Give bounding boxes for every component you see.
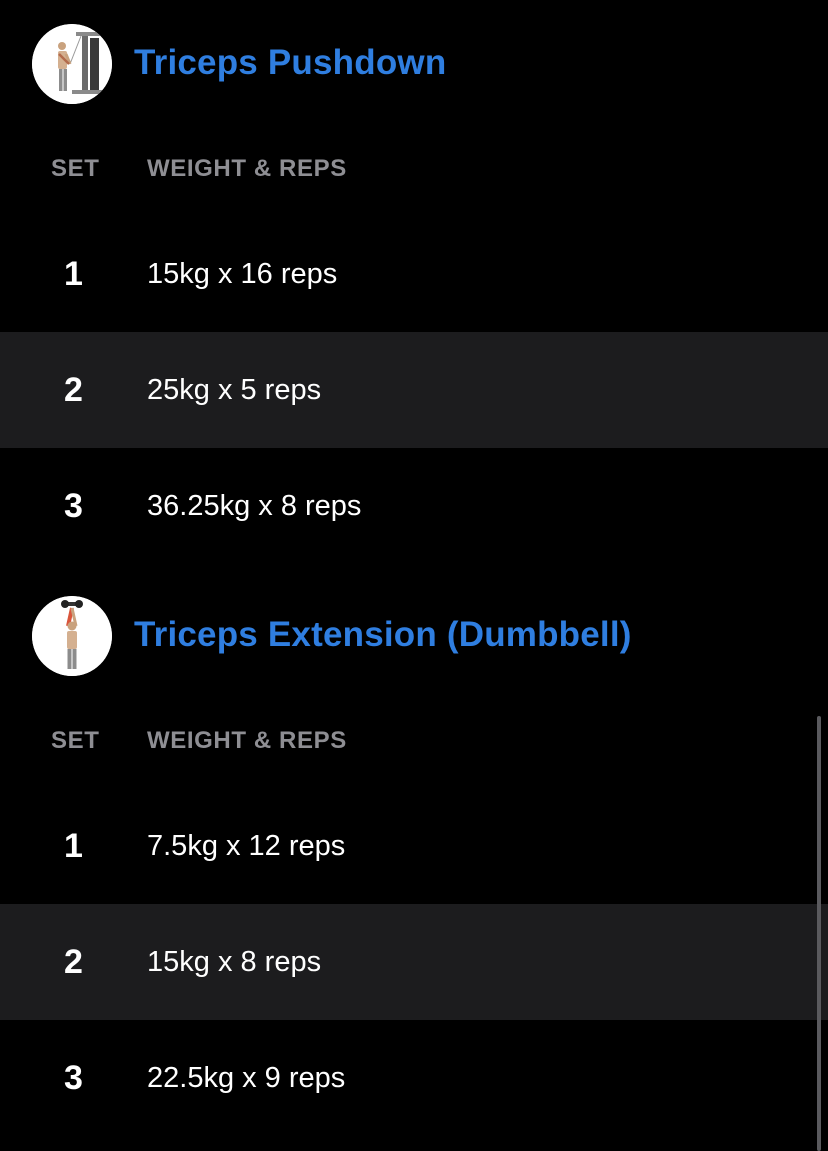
exercise-header[interactable]: Triceps Extension (Dumbbell) (0, 596, 828, 676)
set-weight-reps: 15kg x 8 reps (147, 946, 322, 978)
set-row: 2 15kg x 8 reps (0, 904, 828, 1020)
set-number: 3 (64, 1059, 83, 1097)
set-column-header: SET (51, 155, 100, 182)
set-weight-reps: 36.25kg x 8 reps (147, 490, 362, 522)
cable-machine-person-icon[interactable] (32, 24, 112, 104)
set-number: 3 (64, 487, 83, 525)
set-row: 1 7.5kg x 12 reps (0, 788, 828, 904)
vertical-scrollbar[interactable] (817, 716, 821, 1151)
set-row: 1 15kg x 16 reps (0, 216, 828, 332)
column-headers: SET WEIGHT & REPS (0, 720, 828, 760)
set-weight-reps: 22.5kg x 9 reps (147, 1062, 346, 1094)
set-weight-reps: 25kg x 5 reps (147, 374, 322, 406)
weight-reps-column-header: WEIGHT & REPS (147, 155, 347, 182)
exercise-title[interactable]: Triceps Pushdown (134, 41, 446, 85)
set-weight-reps: 7.5kg x 12 reps (147, 830, 346, 862)
weight-reps-column-header: WEIGHT & REPS (147, 727, 347, 754)
exercise-header[interactable]: Triceps Pushdown (0, 24, 828, 104)
set-column-header: SET (51, 727, 100, 754)
set-row: 3 36.25kg x 8 reps (0, 448, 828, 564)
exercise-title[interactable]: Triceps Extension (Dumbbell) (134, 613, 632, 657)
set-weight-reps: 15kg x 16 reps (147, 258, 338, 290)
set-number: 2 (64, 943, 83, 981)
set-number: 1 (64, 827, 83, 865)
column-headers: SET WEIGHT & REPS (0, 148, 828, 188)
dumbbell-overhead-person-icon[interactable] (32, 596, 112, 676)
set-row: 2 25kg x 5 reps (0, 332, 828, 448)
set-number: 1 (64, 255, 83, 293)
set-row: 3 22.5kg x 9 reps (0, 1020, 828, 1136)
set-number: 2 (64, 371, 83, 409)
